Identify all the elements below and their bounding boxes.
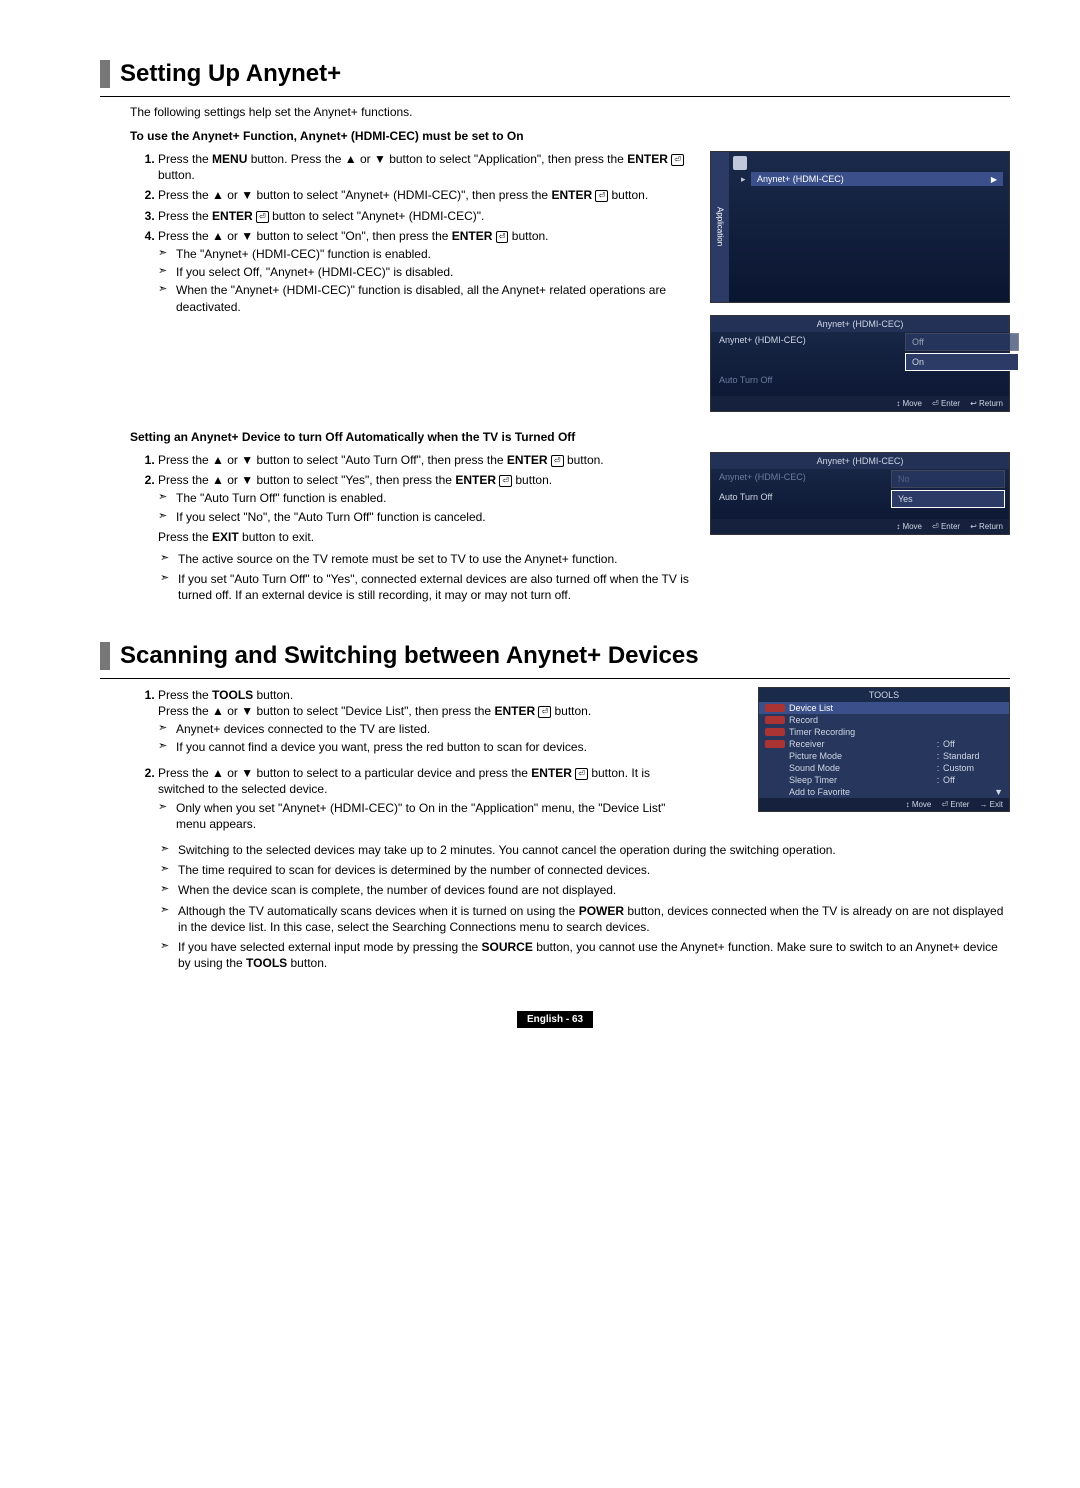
note: Although the TV automatically scans devi… [160,903,1010,935]
tools-foot-exit: → Exit [979,800,1003,809]
osd-sidebar-label: Application [711,152,729,302]
enter-icon: ⏎ [256,211,269,223]
osd-title: Anynet+ (HDMI-CEC) [711,316,1009,332]
osd-tools-menu: TOOLS Device List Record Timer Recording… [758,687,1010,812]
osd-app-icon [733,156,747,170]
enter-icon: ⏎ [671,154,684,166]
osd-foot-enter: ⏎ Enter [932,522,960,531]
osd-highlight-row: Anynet+ (HDMI-CEC) [751,172,1003,186]
subtitle-auto-off: Setting an Anynet+ Device to turn Off Au… [130,430,1010,444]
intro-text: The following settings help set the Anyn… [130,105,1010,119]
osd-anynet-on-off: Anynet+ (HDMI-CEC) Anynet+ (HDMI-CEC)Off… [710,315,1010,412]
note: When the "Anynet+ (HDMI-CEC)" function i… [176,282,694,314]
anynet-badge-icon [765,740,785,748]
note: If you set "Auto Turn Off" to "Yes", con… [160,571,694,603]
enter-icon: ⏎ [499,475,512,487]
heading-setting-up: Setting Up Anynet+ [100,60,1010,88]
enter-icon: ⏎ [595,190,608,202]
tools-foot-enter: ⏎ Enter [941,800,969,809]
note: The time required to scan for devices is… [160,862,1010,878]
note: The "Auto Turn Off" function is enabled. [176,490,694,506]
enter-icon: ⏎ [496,231,509,243]
osd-foot-move: ↕ Move [896,522,922,531]
note: Only when you set "Anynet+ (HDMI-CEC)" t… [176,800,694,832]
osd-foot-enter: ⏎ Enter [932,399,960,408]
note: When the device scan is complete, the nu… [160,882,1010,898]
enter-icon: ⏎ [575,768,588,780]
note: If you select Off, "Anynet+ (HDMI-CEC)" … [176,264,694,280]
subtitle-enable: To use the Anynet+ Function, Anynet+ (HD… [130,129,1010,143]
tools-title: TOOLS [759,688,1009,702]
note: The active source on the TV remote must … [160,551,694,567]
osd-foot-move: ↕ Move [896,399,922,408]
anynet-badge-icon [765,728,785,736]
page-number: English - 63 [517,1011,593,1028]
osd-auto-turn-off: Anynet+ (HDMI-CEC) Anynet+ (HDMI-CEC)No … [710,452,1010,535]
enter-icon: ⏎ [551,455,564,467]
anynet-badge-icon [765,704,785,712]
steps-enable: Press the MENU button. Press the ▲ or ▼ … [130,151,694,315]
enter-icon: ⏎ [538,706,551,718]
anynet-badge-icon [765,716,785,724]
osd-foot-return: ↩ Return [970,399,1003,408]
note: The "Anynet+ (HDMI-CEC)" function is ena… [176,246,694,262]
osd-application-menu: Application Anynet+ (HDMI-CEC) [710,151,1010,303]
note: Anynet+ devices connected to the TV are … [176,721,694,737]
steps-scanning: Press the TOOLS button. Press the ▲ or ▼… [130,687,694,833]
note: If you cannot find a device you want, pr… [176,739,694,755]
divider [100,678,1010,679]
page-footer: English - 63 [100,1011,1010,1028]
osd-foot-return: ↩ Return [970,522,1003,531]
divider [100,96,1010,97]
osd-title: Anynet+ (HDMI-CEC) [711,453,1009,469]
heading-scanning: Scanning and Switching between Anynet+ D… [100,642,1010,670]
tools-foot-move: ↕ Move [906,800,932,809]
steps-auto-off: Press the ▲ or ▼ button to select "Auto … [130,452,694,545]
note: Switching to the selected devices may ta… [160,842,1010,858]
note: If you have selected external input mode… [160,939,1010,971]
note: If you select "No", the "Auto Turn Off" … [176,509,694,525]
